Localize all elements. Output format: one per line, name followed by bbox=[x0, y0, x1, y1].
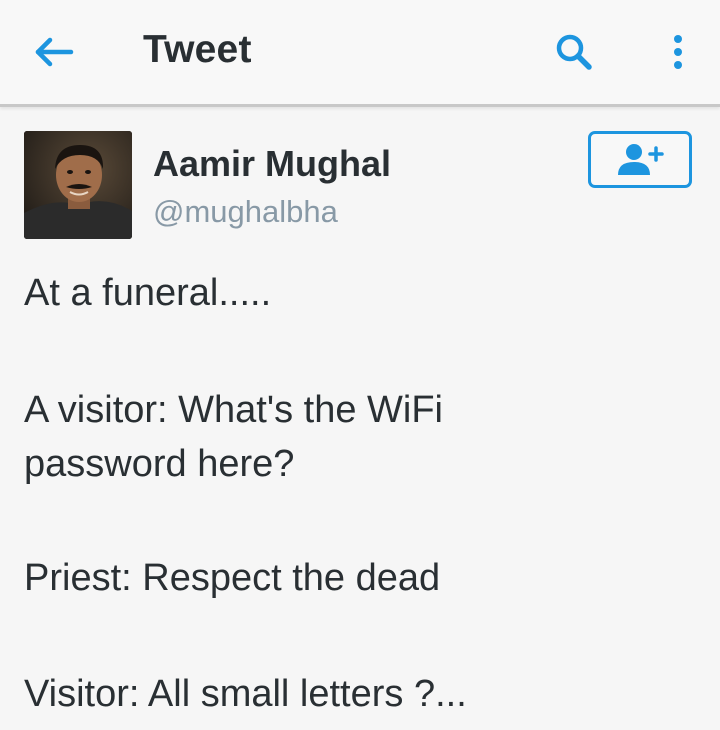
app-bar: Tweet bbox=[0, 0, 720, 107]
follow-user-icon bbox=[618, 143, 664, 175]
tweet-line: Visitor: All small letters ?... bbox=[24, 673, 467, 715]
page-title: Tweet bbox=[143, 28, 252, 71]
more-vertical-icon bbox=[674, 35, 682, 43]
search-icon bbox=[556, 34, 592, 70]
arrow-left-icon bbox=[35, 37, 74, 67]
follow-button[interactable] bbox=[588, 131, 692, 188]
tweet-line: A visitor: What's the WiFi bbox=[24, 389, 444, 431]
author-handle[interactable]: @mughalbha bbox=[153, 194, 338, 230]
tweet-line: At a funeral..... bbox=[24, 272, 272, 314]
avatar[interactable] bbox=[24, 131, 132, 239]
back-button[interactable] bbox=[28, 30, 80, 74]
tweet-line: Priest: Respect the dead bbox=[24, 557, 441, 599]
more-options-button[interactable] bbox=[660, 28, 696, 76]
tweet-text: At a funeral..... A visitor: What's the … bbox=[24, 270, 704, 717]
profile-photo bbox=[24, 131, 132, 239]
author-name[interactable]: Aamir Mughal bbox=[153, 143, 391, 185]
search-button[interactable] bbox=[548, 28, 600, 76]
tweet-line: password here? bbox=[24, 443, 295, 485]
